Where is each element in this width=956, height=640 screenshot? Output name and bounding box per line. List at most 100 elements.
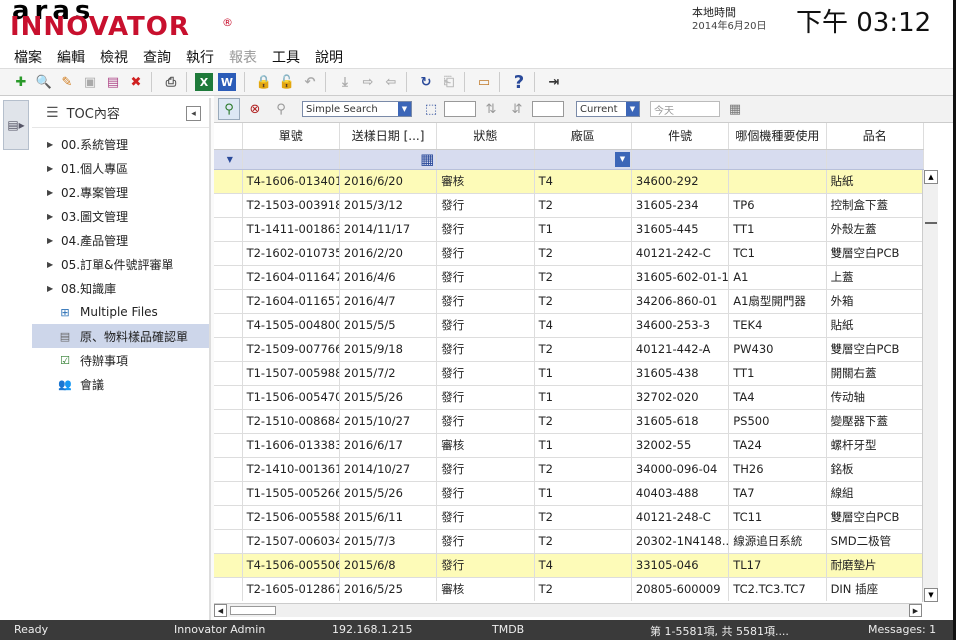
new-item-icon[interactable]: ✚ xyxy=(10,71,32,93)
chevron-down-icon[interactable]: ▼ xyxy=(614,151,630,167)
calendar-icon[interactable]: ▦ xyxy=(724,98,746,120)
row-indicator[interactable] xyxy=(214,433,243,458)
page-size-input[interactable] xyxy=(444,101,476,117)
toc-item[interactable]: 👥 會議 xyxy=(32,372,209,396)
toc-expand-tab[interactable]: ▤▸ xyxy=(3,100,29,150)
scroll-thumb[interactable] xyxy=(230,606,276,615)
row-indicator[interactable] xyxy=(214,553,243,578)
filter-cell[interactable]: ▼ xyxy=(534,149,632,170)
expand-arrow-icon[interactable]: ▶ xyxy=(47,140,53,149)
toc-folder[interactable]: ▶ 00.系統管理 xyxy=(32,132,209,156)
download-icon[interactable]: ⤓ xyxy=(334,71,356,93)
menu-item[interactable]: 檔案 xyxy=(14,47,42,67)
excel-icon[interactable]: X xyxy=(195,73,213,91)
scroll-thumb[interactable] xyxy=(925,222,937,224)
table-row[interactable]: T2-1410-001361 2014/10/27 發行 T2 34000-096-04… xyxy=(214,457,925,482)
column-header[interactable]: 品名 xyxy=(826,123,925,150)
row-indicator[interactable] xyxy=(214,241,243,266)
date-input[interactable]: 今天 xyxy=(650,101,720,117)
row-indicator[interactable] xyxy=(214,481,243,506)
scroll-down-icon[interactable]: ▼ xyxy=(924,588,938,602)
run-search-icon[interactable]: ⚲ xyxy=(218,98,240,120)
clear-search-icon[interactable]: ⊗ xyxy=(244,98,266,120)
edit-icon[interactable]: ✎ xyxy=(56,71,78,93)
table-row[interactable]: T2-1507-006034 2015/7/3 發行 T2 20302-1N4148..… xyxy=(214,529,925,554)
toc-item[interactable]: ⊞ Multiple Files xyxy=(32,300,209,324)
table-row[interactable]: T1-1505-005266 2015/5/26 發行 T1 40403-488 TA7 線… xyxy=(214,481,925,506)
table-row[interactable]: T2-1509-007766 2015/9/18 發行 T2 40121-442-A PW… xyxy=(214,337,925,362)
table-row[interactable]: T1-1411-001863 2014/11/17 發行 T1 31605-445 TT1… xyxy=(214,217,925,242)
menu-item[interactable]: 檢視 xyxy=(100,47,128,67)
table-row[interactable]: T4-1506-005506 2015/6/8 發行 T4 33105-046 TL17 耐… xyxy=(214,553,925,578)
expand-arrow-icon[interactable]: ▶ xyxy=(47,188,53,197)
promote-icon[interactable]: ⇨ xyxy=(357,71,379,93)
menu-item[interactable]: 編輯 xyxy=(57,47,85,67)
max-results-input[interactable] xyxy=(532,101,564,117)
clipboard-icon[interactable]: ⎗ xyxy=(438,71,460,93)
filter-cell[interactable] xyxy=(728,149,827,170)
layout-icon[interactable]: ▭ xyxy=(473,71,495,93)
scroll-right-icon[interactable]: ▶ xyxy=(909,604,922,617)
table-row[interactable]: T2-1602-010735 2016/2/20 發行 T2 40121-242-C TC… xyxy=(214,241,925,266)
page-size-icon[interactable]: ⬚ xyxy=(420,98,442,120)
table-row[interactable]: T2-1604-011657 2016/4/7 發行 T2 34206-860-01 A1… xyxy=(214,289,925,314)
help-icon[interactable]: ? xyxy=(508,71,530,93)
row-indicator[interactable] xyxy=(214,577,243,601)
table-row[interactable]: T2-1503-003918 2015/3/12 發行 T2 31605-234 TP6 控… xyxy=(214,193,925,218)
status-messages[interactable]: Messages: 1 xyxy=(868,623,936,636)
workflow-icon[interactable]: ↻ xyxy=(415,71,437,93)
horizontal-scrollbar[interactable]: ◀ ▶ xyxy=(214,603,922,617)
delete-icon[interactable]: ✖ xyxy=(125,71,147,93)
row-indicator[interactable] xyxy=(214,337,243,362)
export-icon[interactable]: ⇦ xyxy=(380,71,402,93)
row-indicator[interactable] xyxy=(214,529,243,554)
toc-folder[interactable]: ▶ 08.知識庫 xyxy=(32,276,209,300)
expand-arrow-icon[interactable]: ▶ xyxy=(47,284,53,293)
scroll-up-icon[interactable]: ▲ xyxy=(924,170,938,184)
menu-item[interactable]: 執行 xyxy=(186,47,214,67)
menu-item[interactable]: 工具 xyxy=(272,47,300,67)
vertical-scrollbar[interactable]: ▲ ▼ xyxy=(922,170,938,602)
table-row[interactable]: T4-1505-004800 2015/5/5 發行 T4 34600-253-3 TEK… xyxy=(214,313,925,338)
table-row[interactable]: T1-1606-013383 2016/6/17 審核 T1 32002-55 TA24 螺… xyxy=(214,433,925,458)
row-indicator[interactable] xyxy=(214,169,243,194)
expand-arrow-icon[interactable]: ▶ xyxy=(47,164,53,173)
filter-cell[interactable] xyxy=(242,149,340,170)
lock-icon[interactable]: 🔒 xyxy=(253,71,275,93)
toc-folder[interactable]: ▶ 04.產品管理 xyxy=(32,228,209,252)
toc-item[interactable]: ▤ 原、物料樣品確認單 xyxy=(32,324,209,348)
row-indicator[interactable] xyxy=(214,409,243,434)
toc-collapse-icon[interactable]: ◂ xyxy=(186,106,201,121)
sort-descending-icon[interactable]: ⇵ xyxy=(506,98,528,120)
version-select[interactable]: Current ▼ xyxy=(576,101,640,117)
sort-ascending-icon[interactable]: ⇅ xyxy=(480,98,502,120)
filter-menu-icon[interactable]: ▼ xyxy=(227,155,233,164)
table-row[interactable]: T1-1506-005470 2015/5/26 發行 T1 32702-020 TA4 传… xyxy=(214,385,925,410)
save-icon[interactable]: ▣ xyxy=(79,71,101,93)
column-header[interactable]: 件號 xyxy=(631,123,730,150)
row-indicator[interactable] xyxy=(214,289,243,314)
row-indicator[interactable] xyxy=(214,193,243,218)
row-indicator[interactable] xyxy=(214,313,243,338)
row-indicator[interactable] xyxy=(214,385,243,410)
expand-arrow-icon[interactable]: ▶ xyxy=(47,236,53,245)
search-mode-select[interactable]: Simple Search ▼ xyxy=(302,101,412,117)
menu-icon[interactable]: ☰ xyxy=(46,105,59,121)
column-header[interactable]: 送樣日期 [...] xyxy=(339,123,438,150)
undo-icon[interactable]: ↶ xyxy=(299,71,321,93)
logout-icon[interactable]: ⇥ xyxy=(543,71,565,93)
search-document-icon[interactable]: 🔍 xyxy=(33,71,55,93)
table-row[interactable]: T2-1605-012867 2016/5/25 審核 T2 20805-600009 T… xyxy=(214,577,925,601)
word-icon[interactable]: W xyxy=(218,73,236,91)
expand-arrow-icon[interactable]: ▶ xyxy=(47,260,53,269)
menu-item[interactable]: 說明 xyxy=(315,47,343,67)
toc-folder[interactable]: ▶ 01.個人專區 xyxy=(32,156,209,180)
unlock-icon[interactable]: 🔓 xyxy=(276,71,298,93)
table-row[interactable]: T2-1506-005588 2015/6/11 發行 T2 40121-248-C TC… xyxy=(214,505,925,530)
table-row[interactable]: T1-1507-005988 2015/7/2 發行 T1 31605-438 TT1 開關… xyxy=(214,361,925,386)
save-close-icon[interactable]: ▤ xyxy=(102,71,124,93)
column-header[interactable]: 廠區 xyxy=(534,123,632,150)
expand-arrow-icon[interactable]: ▶ xyxy=(47,212,53,221)
column-header[interactable]: 單號 xyxy=(242,123,340,150)
menu-item[interactable]: 查詢 xyxy=(143,47,171,67)
